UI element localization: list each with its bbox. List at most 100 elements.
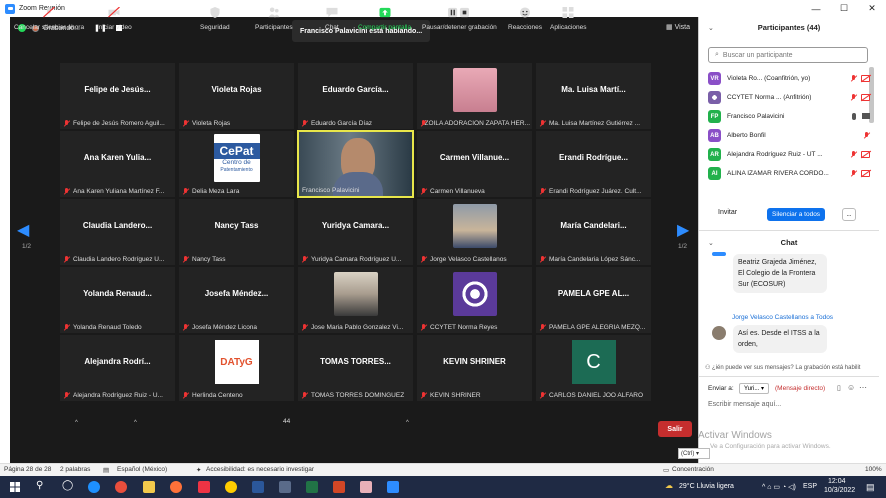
- chat-visibility-notice[interactable]: ⚇ ¿ién puede ver sus mensajes? La grabac…: [705, 364, 877, 371]
- participant-tile[interactable]: Claudia Landero... Claudia Landero Rodrí…: [59, 198, 176, 266]
- participant-tile[interactable]: KEVIN SHRINER KEVIN SHRINER: [416, 334, 533, 402]
- muted-mic-icon: [63, 392, 70, 399]
- minimize-button[interactable]: —: [802, 0, 830, 17]
- maximize-button[interactable]: ☐: [830, 0, 858, 17]
- muted-mic-icon: [301, 324, 308, 331]
- clock-date[interactable]: 10/3/2022: [824, 487, 855, 494]
- tile-label: Francisco Palavicini: [302, 187, 410, 194]
- chrome-icon[interactable]: [115, 481, 127, 493]
- sticky-notes-icon[interactable]: [225, 481, 237, 493]
- invite-button[interactable]: Invitar: [718, 209, 737, 216]
- more-chat-options-icon[interactable]: ⋯: [859, 383, 867, 392]
- chat-button[interactable]: Chat: [325, 0, 339, 35]
- participant-tile[interactable]: Ma. Luisa Martí... Ma. Luisa Martínez Gu…: [535, 62, 652, 130]
- muted-mic-icon: [182, 120, 189, 127]
- photos-icon[interactable]: [360, 481, 372, 493]
- mute-all-button[interactable]: Silenciar a todos: [767, 208, 826, 221]
- tray-icons[interactable]: ^ ⌂ ▭ ◔ ◁): [762, 483, 796, 491]
- logo-subtext: Centro de: [222, 158, 251, 166]
- participant-tile[interactable]: Yuridya Camara... Yuridya Camara Rodrígu…: [297, 198, 414, 266]
- office-icon[interactable]: [198, 481, 210, 493]
- participant-tile[interactable]: ZOILA ADORACION ZAPATA HER...: [416, 62, 533, 130]
- participant-tile[interactable]: CCYTET Norma Reyes: [416, 266, 533, 334]
- task-view-icon[interactable]: ◯: [62, 480, 73, 491]
- participant-tile[interactable]: Felipe de Jesús... Felipe de Jesús Romer…: [59, 62, 176, 130]
- participants-button[interactable]: Participantes: [255, 0, 293, 35]
- participant-tile[interactable]: Alejandra Rodrí... Alejandra Rodríguez R…: [59, 334, 176, 402]
- participant-tile[interactable]: Jose Maria Pablo Gonzalez Vi...: [297, 266, 414, 334]
- participant-row[interactable]: AR Alejandra Rodríguez Ruiz - UT ...: [708, 145, 870, 164]
- powerpoint-icon[interactable]: [333, 481, 345, 493]
- participant-tile[interactable]: Yolanda Renaud... Yolanda Renaud Toledo: [59, 266, 176, 334]
- close-button[interactable]: ✕: [858, 0, 886, 17]
- audio-options-chevron-icon[interactable]: ^: [75, 420, 78, 426]
- muted-mic-icon: [182, 256, 189, 263]
- initial-avatar: C: [536, 335, 651, 389]
- view-button[interactable]: ▦ Vista: [666, 23, 690, 31]
- participant-tile[interactable]: DATyG Herlinda Centeno: [178, 334, 295, 402]
- edge-icon[interactable]: [88, 481, 100, 493]
- notifications-icon[interactable]: ▤: [866, 482, 875, 493]
- participant-tile[interactable]: Carmen Villanue... Carmen Villanueva: [416, 130, 533, 198]
- apps-button[interactable]: Aplicaciones: [550, 0, 587, 35]
- excel-icon[interactable]: [306, 481, 318, 493]
- participant-tile[interactable]: Eduardo García... Eduardo García Díaz: [297, 62, 414, 130]
- windows-start-icon[interactable]: [10, 482, 20, 492]
- active-speaker-tile[interactable]: Francisco Palavicini: [297, 130, 414, 198]
- next-page-button[interactable]: ▶: [677, 220, 689, 240]
- participant-tile[interactable]: C CARLOS DANIEL JOO ALFARO: [535, 334, 652, 402]
- file-icon[interactable]: ▯: [837, 384, 841, 392]
- participant-search-input[interactable]: ⌕ Buscar un participante: [708, 47, 868, 63]
- participant-tile[interactable]: PAMELA GPE AL... PAMELA GPE ALEGRIA MEZQ…: [535, 266, 652, 334]
- clock-time[interactable]: 12:04: [828, 478, 846, 485]
- file-explorer-icon[interactable]: [143, 481, 155, 493]
- share-options-chevron-icon[interactable]: ^: [406, 420, 409, 426]
- participant-tile[interactable]: Erandi Rodrígue... Erandi Rodríguez Juár…: [535, 130, 652, 198]
- ccytet-logo: [417, 267, 532, 321]
- chat-message-input[interactable]: Escribir mensaje aquí...: [708, 401, 781, 408]
- participant-row[interactable]: AB Alberto Bonfil: [708, 126, 870, 145]
- participant-tile[interactable]: Josefa Méndez... Josefa Méndez Licona: [178, 266, 295, 334]
- spelling-icon[interactable]: ▤: [103, 466, 109, 474]
- focus-mode[interactable]: Concentración: [672, 466, 714, 473]
- recipient-dropdown[interactable]: Yuri... ▾: [739, 383, 770, 394]
- input-language[interactable]: ESP: [803, 483, 817, 490]
- reactions-button[interactable]: Reacciones: [508, 0, 542, 35]
- firefox-icon[interactable]: [170, 481, 182, 493]
- paste-options-button[interactable]: (Ctrl) ▾: [678, 448, 710, 459]
- accessibility-status[interactable]: Accesibilidad: es necesario investigar: [206, 466, 314, 473]
- emoji-icon[interactable]: ☺: [847, 383, 855, 392]
- word-count[interactable]: 2 palabras: [60, 466, 90, 473]
- video-options-chevron-icon[interactable]: ^: [134, 420, 137, 426]
- participant-row[interactable]: CCYTET Norma ... (Anfitrión): [708, 88, 870, 107]
- tile-label: Carmen Villanueva: [420, 188, 530, 195]
- app-icon[interactable]: [279, 481, 291, 493]
- participant-tile[interactable]: Nancy Tass Nancy Tass: [178, 198, 295, 266]
- share-screen-button[interactable]: Compartir pantalla: [358, 0, 411, 35]
- search-icon: ⌕: [715, 51, 719, 58]
- participant-row[interactable]: AI ALINA IZAMAR RIVERA CORDO...: [708, 164, 870, 183]
- participant-tile[interactable]: Ana Karen Yulia... Ana Karen Yuliana Mar…: [59, 130, 176, 198]
- word-icon[interactable]: [252, 481, 264, 493]
- language-status[interactable]: Español (México): [117, 466, 167, 473]
- leave-button[interactable]: Salir: [658, 421, 692, 437]
- start-video-button[interactable]: Iniciar video: [97, 0, 132, 35]
- zoom-taskbar-icon[interactable]: [387, 481, 399, 493]
- unmute-button[interactable]: Cancelar silenciar ahora: [14, 0, 84, 35]
- security-button[interactable]: Seguridad: [200, 0, 230, 35]
- weather-status[interactable]: 29°C Lluvia ligera: [679, 483, 734, 490]
- previous-page-button[interactable]: ◀: [17, 220, 29, 240]
- tile-name: María Candelari...: [560, 221, 627, 230]
- participant-row[interactable]: FP Francisco Palavicini: [708, 107, 870, 126]
- more-options-button[interactable]: ...: [842, 208, 856, 221]
- participant-tile[interactable]: María Candelari... María Candelaria Lópe…: [535, 198, 652, 266]
- pause-stop-recording-button[interactable]: Pausar/detener grabación: [422, 0, 497, 35]
- participant-row[interactable]: VR Violeta Ro... (Coanfitrión, yo): [708, 69, 870, 88]
- participant-tile[interactable]: Jorge Velasco Castellanos: [416, 198, 533, 266]
- participant-tile[interactable]: CePat Centro de Patentamiento Delia Meza…: [178, 130, 295, 198]
- search-icon[interactable]: ⚲: [36, 480, 43, 491]
- participant-tile[interactable]: TOMAS TORRES... TOMAS TORRES DOMINGUEZ: [297, 334, 414, 402]
- participant-tile[interactable]: Violeta Rojas Violeta Rojas: [178, 62, 295, 130]
- page-count[interactable]: Página 28 de 28: [4, 466, 51, 473]
- zoom-level[interactable]: 100%: [865, 466, 882, 473]
